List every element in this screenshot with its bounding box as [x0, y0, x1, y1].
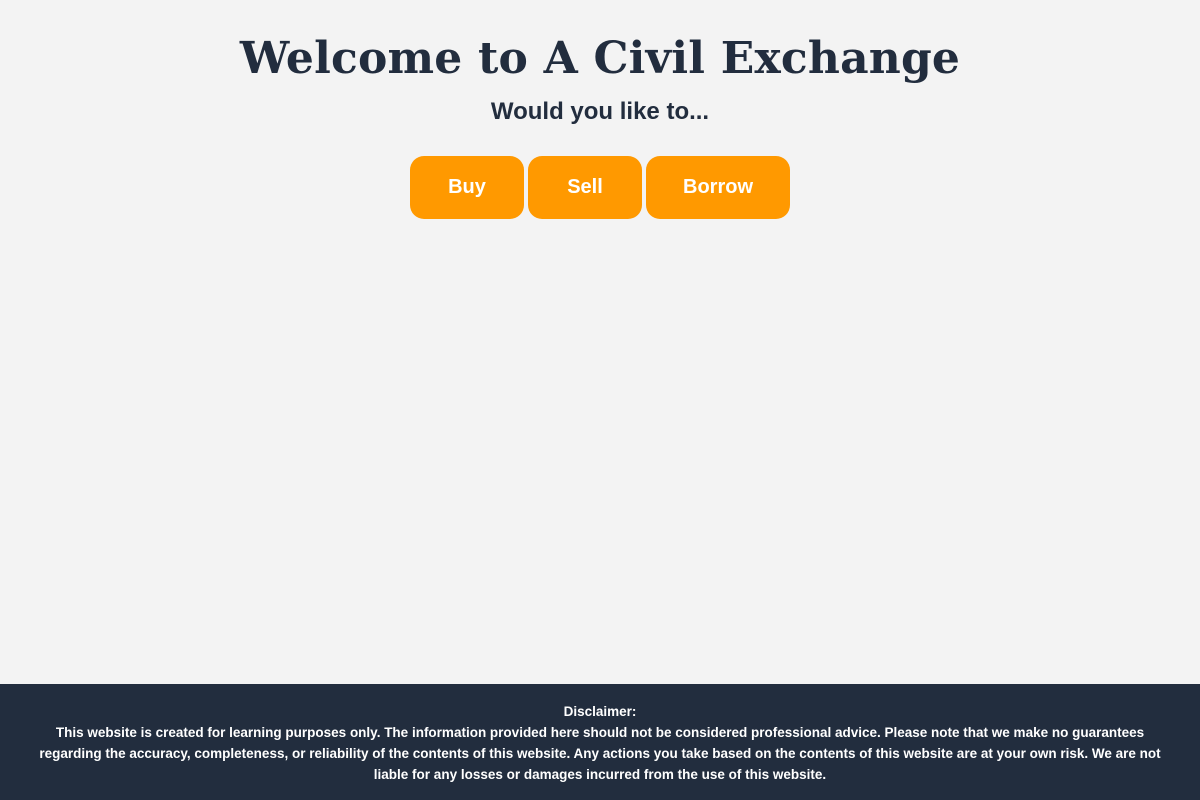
- page-title: Welcome to A Civil Exchange: [239, 33, 961, 84]
- sell-button[interactable]: Sell: [528, 156, 642, 219]
- disclaimer-label: Disclaimer:: [563, 704, 637, 719]
- buy-button[interactable]: Buy: [410, 156, 524, 219]
- borrow-button[interactable]: Borrow: [646, 156, 790, 219]
- hero-section: Welcome to A Civil Exchange Would you li…: [0, 0, 1200, 219]
- disclaimer-footer: Disclaimer: This website is created for …: [0, 684, 1200, 800]
- page-subtitle: Would you like to...: [490, 98, 710, 125]
- action-buttons: Buy Sell Borrow: [0, 156, 1200, 219]
- page: Welcome to A Civil Exchange Would you li…: [0, 0, 1200, 800]
- disclaimer-text: This website is created for learning pur…: [39, 725, 1161, 782]
